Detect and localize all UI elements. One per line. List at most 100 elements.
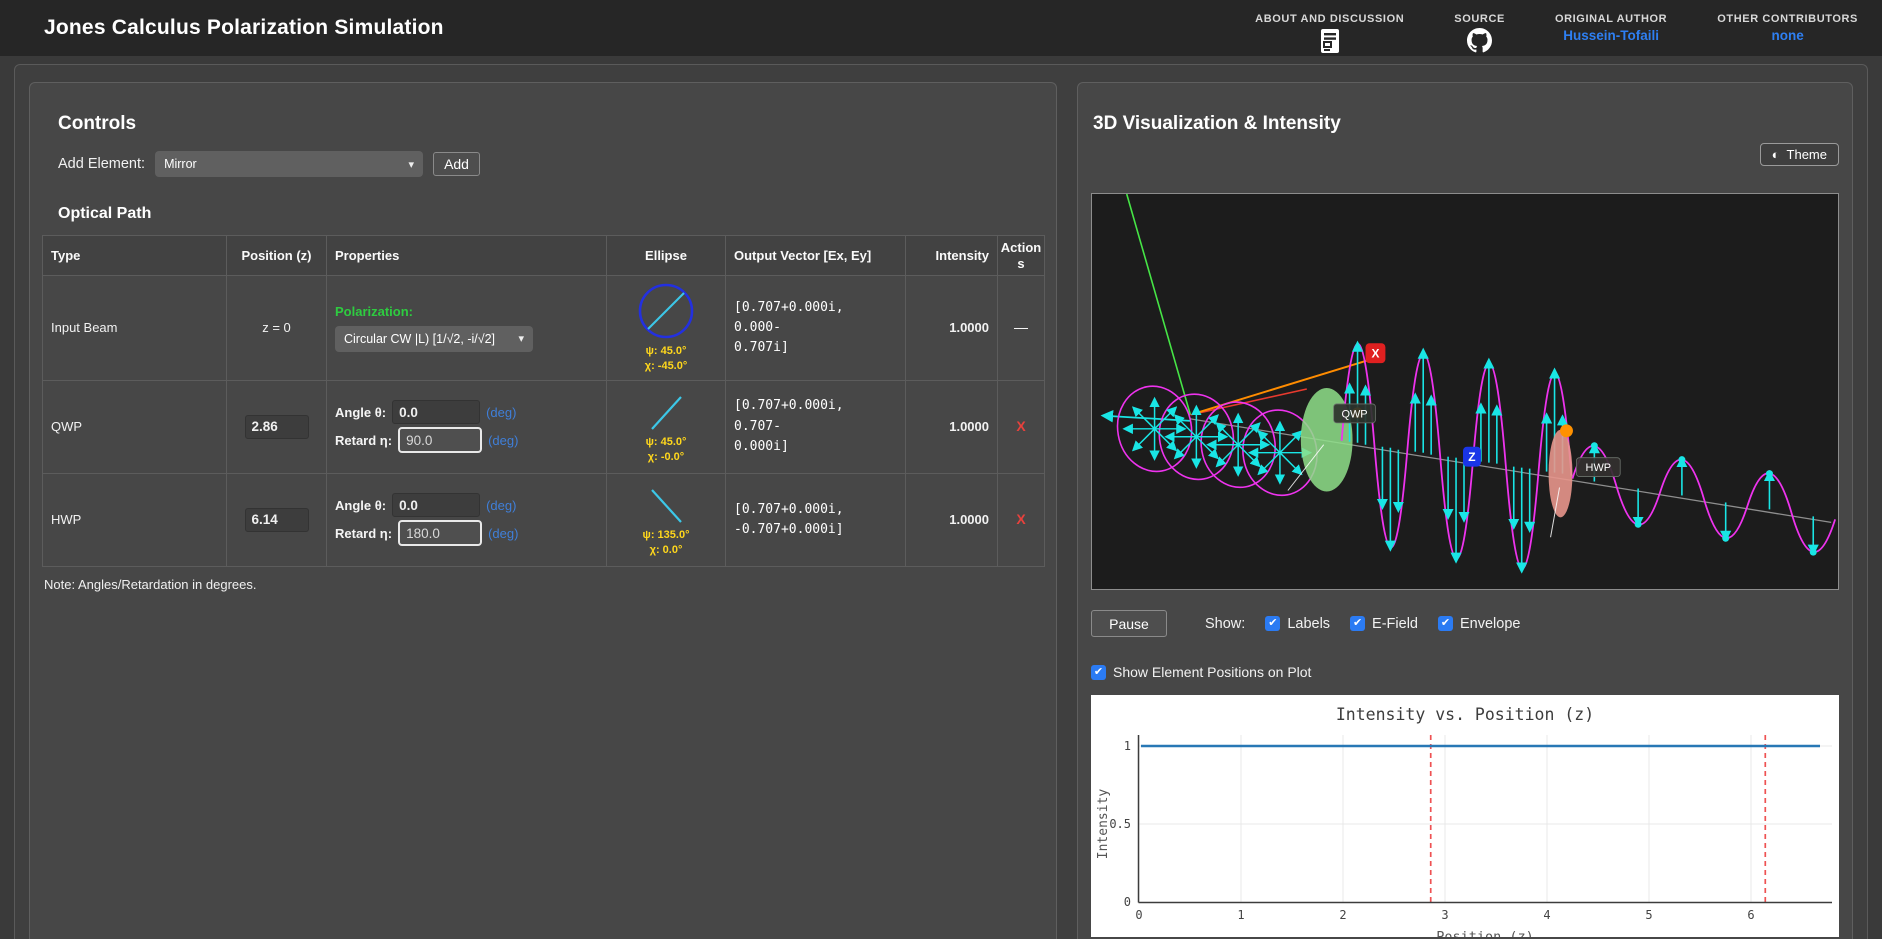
three-d-canvas[interactable]: X Z QWP HWP (1091, 193, 1839, 590)
row2-psi: ψ: 45.0° (646, 435, 687, 450)
col-intensity: Intensity (906, 236, 998, 276)
svg-text:0: 0 (1135, 908, 1142, 922)
playback-controls: Pause Show: ✔ Labels ✔ E-Field ✔ Envelop… (1091, 610, 1839, 637)
chart-title: Intensity vs. Position (z) (1336, 705, 1594, 724)
plot-positions-checkbox[interactable]: ✔ (1091, 665, 1106, 680)
add-element-label: Add Element: (58, 156, 145, 172)
row3-chi: χ: 0.0° (650, 543, 683, 558)
add-element-select[interactable]: Mirror ▾ (155, 151, 423, 177)
chevron-down-icon: ▾ (409, 158, 415, 171)
controls-panel: Controls Add Element: Mirror ▾ Add Optic… (29, 82, 1057, 939)
row2-type: QWP (43, 380, 227, 473)
viz-heading: 3D Visualization & Intensity (1093, 113, 1839, 135)
app-title: Jones Calculus Polarization Simulation (44, 16, 444, 40)
row3-type: HWP (43, 473, 227, 566)
col-output: Output Vector [Ex, Ey] (726, 236, 906, 276)
document-icon[interactable] (1319, 28, 1341, 54)
polarization-selected-value: Circular CW |L) [1/√2, -i/√2] (344, 332, 495, 346)
qwp-delete-button[interactable]: X (1016, 418, 1025, 434)
table-row-hwp: HWP Angle θ: (deg) Retard η: (43, 473, 1045, 566)
table-row-qwp: QWP Angle θ: (deg) Retard η: (43, 380, 1045, 473)
qwp-position-input[interactable] (245, 415, 309, 439)
qwp-angle-label: Angle θ: (335, 405, 386, 420)
row3-intensity: 1.0000 (906, 473, 998, 566)
table-row-input-beam: Input Beam z = 0 Polarization: Circular … (43, 276, 1045, 381)
col-type: Type (43, 236, 227, 276)
svg-text:4: 4 (1543, 908, 1550, 922)
chart-x-label: Position (z) (1436, 929, 1534, 937)
col-actions: Actions (998, 236, 1045, 276)
row1-psi: ψ: 45.0° (646, 344, 687, 359)
qwp-angle-input[interactable] (392, 400, 480, 424)
qwp-retard-input[interactable] (398, 427, 482, 453)
row1-no-action: — (1014, 319, 1028, 335)
add-element-row: Add Element: Mirror ▾ Add (58, 151, 1044, 177)
source-label: SOURCE (1454, 13, 1505, 25)
row2-intensity: 1.0000 (906, 380, 998, 473)
qwp-angle-unit: (deg) (486, 405, 516, 420)
about-label: ABOUT AND DISCUSSION (1255, 13, 1404, 25)
chart-grid (1139, 735, 1832, 902)
svg-text:QWP: QWP (1341, 408, 1367, 420)
polarization-ellipse-circle (635, 282, 697, 344)
hwp-position-input[interactable] (245, 508, 309, 532)
intensity-chart[interactable]: Intensity vs. Position (z) Intensity 0 0… (1091, 695, 1839, 937)
hwp-disk[interactable] (1549, 430, 1573, 518)
source-link-group[interactable]: SOURCE (1454, 3, 1505, 54)
polarization-ellipse-line-up (635, 389, 697, 435)
contributors-link[interactable]: none (1771, 28, 1803, 43)
x-axis-label-badge: X (1366, 343, 1386, 363)
qwp-retard-label: Retard η: (335, 433, 392, 448)
github-icon[interactable] (1467, 28, 1492, 54)
row1-type: Input Beam (43, 276, 227, 381)
row3-output-vector: [0.707+0.000i, -0.707+0.000i] (726, 473, 906, 566)
hwp-retard-input[interactable] (398, 520, 482, 546)
envelope-toggle[interactable]: ✔ Envelope (1438, 616, 1520, 632)
polarization-label: Polarization: (335, 304, 598, 319)
chart-x-ticks: 0 1 2 3 4 5 6 (1135, 908, 1754, 922)
row1-output-vector: [0.707+0.000i, 0.000- 0.707i] (726, 276, 906, 381)
add-button[interactable]: Add (433, 152, 480, 176)
plot-positions-toggle[interactable]: ✔ Show Element Positions on Plot (1091, 664, 1839, 680)
row2-output-vector: [0.707+0.000i, 0.707- 0.000i] (726, 380, 906, 473)
optical-path-heading: Optical Path (58, 205, 1044, 223)
header-links: ABOUT AND DISCUSSION SOURCE ORIGINAL AUT… (1255, 3, 1858, 54)
contributors-label: OTHER CONTRIBUTORS (1717, 13, 1858, 25)
svg-text:1: 1 (1237, 908, 1244, 922)
efield-checkbox[interactable]: ✔ (1350, 616, 1365, 631)
x-axis-red-line (1190, 389, 1306, 415)
qwp-retard-unit: (deg) (488, 433, 518, 448)
svg-text:X: X (1371, 347, 1379, 361)
polarization-ellipse-line-down (635, 482, 697, 528)
z-axis-label-badge: Z (1463, 447, 1481, 467)
svg-text:5: 5 (1645, 908, 1652, 922)
svg-text:3: 3 (1441, 908, 1448, 922)
y-axis-line (1127, 194, 1191, 415)
about-link-group[interactable]: ABOUT AND DISCUSSION (1255, 3, 1404, 54)
qwp-label-badge: QWP (1334, 404, 1376, 423)
hwp-position-dot (1560, 424, 1573, 437)
table-header-row: Type Position (z) Properties Ellipse Out… (43, 236, 1045, 276)
show-label: Show: (1205, 616, 1245, 632)
col-properties: Properties (327, 236, 607, 276)
envelope-checkbox[interactable]: ✔ (1438, 616, 1453, 631)
theme-button[interactable]: ◐ Theme (1760, 143, 1839, 166)
row3-psi: ψ: 135.0° (643, 528, 690, 543)
hwp-delete-button[interactable]: X (1016, 511, 1025, 527)
author-group: ORIGINAL AUTHOR Hussein-Tofaili (1555, 3, 1667, 43)
polarization-select[interactable]: Circular CW |L) [1/√2, -i/√2] ▾ (335, 326, 533, 352)
controls-heading: Controls (58, 113, 1044, 135)
labels-toggle[interactable]: ✔ Labels (1265, 616, 1330, 632)
svg-text:2: 2 (1339, 908, 1346, 922)
hwp-angle-input[interactable] (392, 493, 480, 517)
labels-checkbox[interactable]: ✔ (1265, 616, 1280, 631)
efield-toggle[interactable]: ✔ E-Field (1350, 616, 1418, 632)
optical-path-table: Type Position (z) Properties Ellipse Out… (42, 235, 1045, 567)
units-note: Note: Angles/Retardation in degrees. (44, 577, 1044, 592)
author-link[interactable]: Hussein-Tofaili (1563, 28, 1659, 43)
svg-text:0.5: 0.5 (1109, 817, 1131, 831)
theme-icon: ◐ (1772, 147, 1780, 162)
svg-text:1: 1 (1124, 739, 1131, 753)
add-element-selected-value: Mirror (164, 157, 197, 171)
pause-button[interactable]: Pause (1091, 610, 1167, 637)
